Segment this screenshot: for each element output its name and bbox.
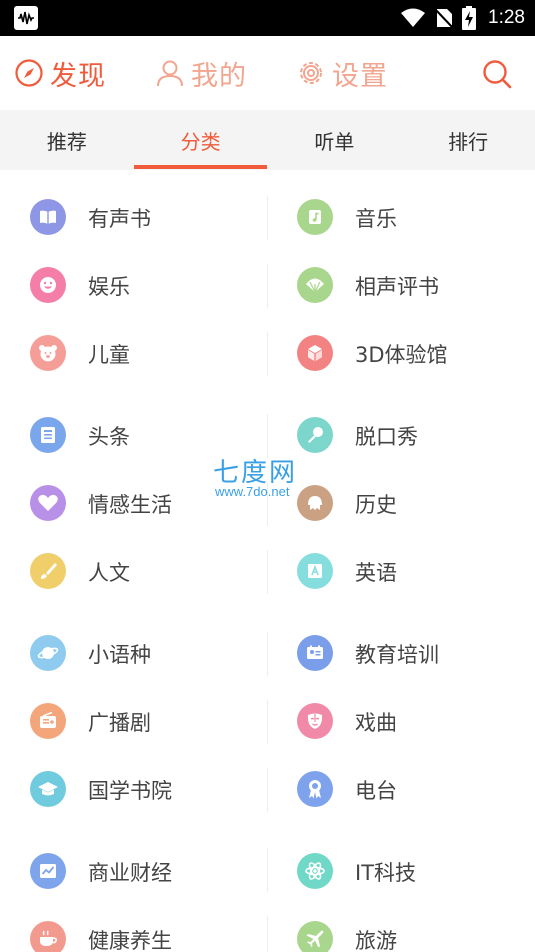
planet-icon [30, 635, 66, 671]
id-card-icon [297, 635, 333, 671]
app-notification-icon [14, 6, 38, 30]
search-button[interactable] [481, 58, 513, 90]
category-label: 情感生活 [88, 493, 172, 517]
category-label: 健康养生 [88, 929, 172, 952]
category-entertainment[interactable]: 娱乐 [0, 252, 267, 320]
category-label: 音乐 [355, 207, 397, 231]
category-label: 戏曲 [355, 711, 397, 735]
category-music[interactable]: 音乐 [267, 184, 535, 252]
category-education[interactable]: 教育培训 [267, 620, 535, 688]
category-it-tech[interactable]: IT科技 [267, 838, 535, 906]
category-label: IT科技 [355, 861, 417, 885]
category-label: 儿童 [88, 343, 130, 367]
category-minor-languages[interactable]: 小语种 [0, 620, 267, 688]
category-label: 商业财经 [88, 861, 172, 885]
category-label: 电台 [355, 779, 397, 803]
category-label: 脱口秀 [355, 425, 418, 449]
nav-mine-label: 我的 [191, 60, 247, 92]
category-travel[interactable]: 旅游 [267, 906, 535, 952]
category-label: 英语 [355, 561, 397, 585]
status-time: 1:28 [488, 7, 525, 28]
wifi-icon [401, 8, 426, 27]
microphone-icon [297, 417, 333, 453]
user-icon [157, 60, 183, 87]
top-nav: 发现 我的 设置 [0, 36, 535, 110]
letter-a-icon [297, 553, 333, 589]
category-english[interactable]: 英语 [267, 538, 535, 606]
category-humanities[interactable]: 人文 [0, 538, 267, 606]
no-sim-icon [434, 8, 454, 29]
status-bar: 1:28 [0, 0, 535, 36]
category-label: 头条 [88, 425, 130, 449]
airplane-icon [297, 921, 333, 952]
category-label: 旅游 [355, 929, 397, 952]
status-icons: 1:28 [400, 0, 525, 36]
category-label: 人文 [88, 561, 130, 585]
teacup-icon [30, 921, 66, 952]
category-label: 小语种 [88, 643, 151, 667]
tab-ranking[interactable]: 排行 [401, 110, 535, 170]
bear-icon [30, 335, 66, 371]
category-label: 教育培训 [355, 643, 439, 667]
category-audiobook[interactable]: 有声书 [0, 184, 267, 252]
category-radio-station[interactable]: 电台 [267, 756, 535, 824]
tab-category[interactable]: 分类 [134, 110, 268, 170]
heart-icon [30, 485, 66, 521]
gear-icon [300, 62, 322, 84]
search-icon [483, 60, 512, 89]
music-note-icon [297, 199, 333, 235]
category-label: 有声书 [88, 207, 151, 231]
category-label: 广播剧 [88, 711, 151, 735]
battery-charging-icon [462, 6, 477, 30]
atom-icon [297, 853, 333, 889]
watermark-url: www.7do.net [215, 484, 290, 499]
category-3d-experience[interactable]: 3D体验馆 [267, 320, 535, 388]
cube-icon [297, 335, 333, 371]
category-sinology[interactable]: 国学书院 [0, 756, 267, 824]
compass-icon [15, 59, 43, 87]
category-label: 国学书院 [88, 779, 172, 803]
nav-settings-label: 设置 [332, 60, 388, 92]
nav-mine[interactable]: 我的 [155, 36, 247, 110]
category-label: 相声评书 [355, 275, 439, 299]
category-kids[interactable]: 儿童 [0, 320, 267, 388]
category-radio-drama[interactable]: 广播剧 [0, 688, 267, 756]
category-label: 历史 [355, 493, 397, 517]
category-business-finance[interactable]: 商业财经 [0, 838, 267, 906]
radio-icon [30, 703, 66, 739]
graduation-cap-icon [30, 771, 66, 807]
active-tab-indicator [134, 165, 267, 169]
nav-settings[interactable]: 设置 [296, 36, 388, 110]
nav-discover[interactable]: 发现 [14, 36, 106, 110]
category-crosstalk[interactable]: 相声评书 [267, 252, 535, 320]
tab-recommend[interactable]: 推荐 [0, 110, 134, 170]
category-opera[interactable]: 戏曲 [267, 688, 535, 756]
tab-playlist[interactable]: 听单 [268, 110, 402, 170]
category-health[interactable]: 健康养生 [0, 906, 267, 952]
award-ribbon-icon [297, 771, 333, 807]
smiley-icon [30, 267, 66, 303]
nav-discover-label: 发现 [50, 60, 106, 92]
newspaper-icon [30, 417, 66, 453]
book-icon [30, 199, 66, 235]
category-label: 娱乐 [88, 275, 130, 299]
sub-tab-bar: 推荐 分类 听单 排行 [0, 110, 535, 170]
fan-icon [297, 267, 333, 303]
watermark: 七度网 www.7do.net [213, 452, 333, 502]
brush-icon [30, 553, 66, 589]
opera-mask-icon [297, 703, 333, 739]
chart-icon [30, 853, 66, 889]
category-label: 3D体验馆 [355, 343, 448, 367]
